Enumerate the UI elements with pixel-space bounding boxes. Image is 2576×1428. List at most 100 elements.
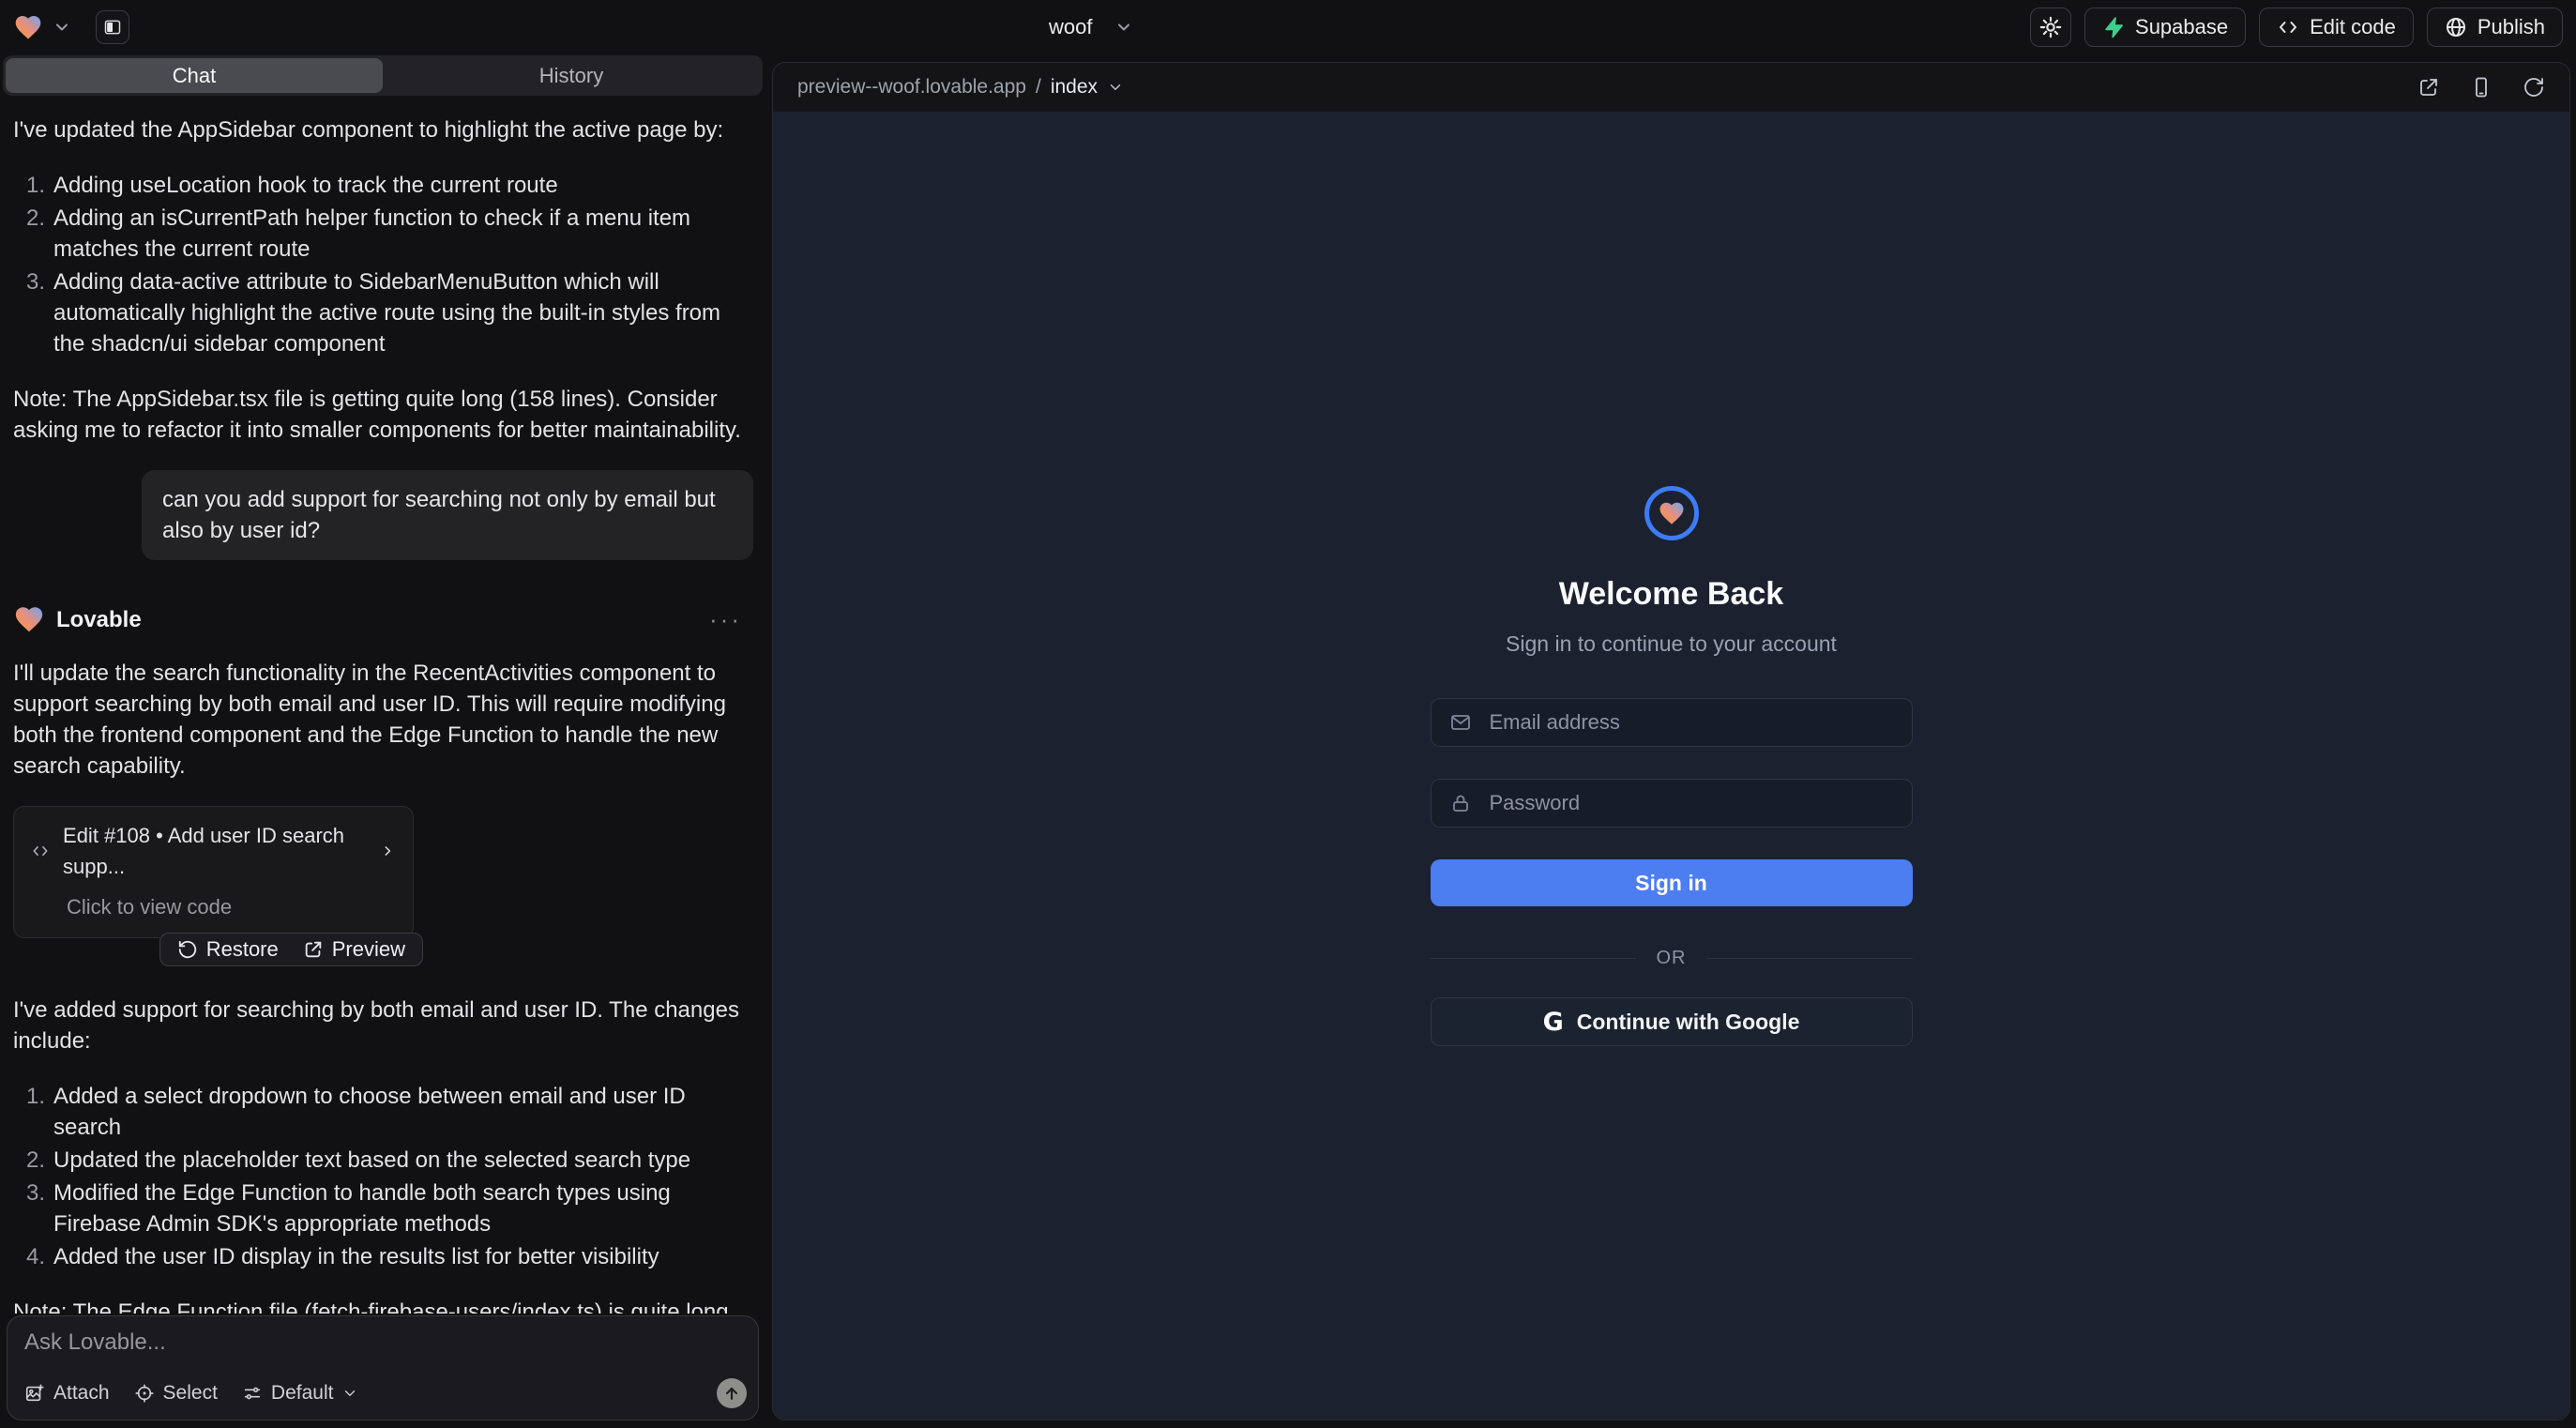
lovable-app-window: woof Supabase Edit code: [0, 0, 2576, 1428]
more-menu-icon[interactable]: ···: [709, 604, 742, 635]
restore-preview-toolbar: Restore Preview: [159, 933, 423, 966]
sign-in-button[interactable]: Sign in: [1431, 859, 1913, 906]
top-bar: woof Supabase Edit code: [0, 0, 2576, 54]
mode-selector-button[interactable]: Default: [242, 1382, 359, 1405]
supabase-icon: [2102, 16, 2125, 38]
preview-app-content: Welcome Back Sign in to continue to your…: [773, 112, 2569, 1420]
chat-history-tabbar: Chat History: [3, 55, 763, 96]
open-in-new-tab-icon[interactable]: [2417, 76, 2440, 99]
preview-url-breadcrumb[interactable]: preview--woof.lovable.app / index: [797, 76, 1124, 99]
assistant-summary-intro: I've added support for searching by both…: [13, 995, 753, 1056]
arrow-up-icon: [722, 1384, 741, 1403]
panel-left-icon: [103, 18, 122, 37]
publish-label: Publish: [2478, 15, 2545, 39]
chevron-down-icon: [341, 1385, 358, 1402]
lovable-heart-logo[interactable]: [13, 12, 43, 42]
preview-pane: preview--woof.lovable.app / index: [772, 62, 2570, 1420]
project-title-chevron-icon: [1114, 18, 1133, 37]
restore-label: Restore: [206, 937, 279, 962]
project-title-group[interactable]: woof: [1049, 0, 1133, 54]
or-divider: OR: [1431, 948, 1913, 969]
password-field[interactable]: [1431, 779, 1913, 828]
chevron-down-icon: [1107, 79, 1124, 96]
publish-button[interactable]: Publish: [2427, 8, 2563, 47]
topbar-left: [13, 10, 129, 44]
user-message-bubble: can you add support for searching not on…: [142, 470, 753, 560]
edit-card-title: Edit #108 • Add user ID search supp...: [63, 820, 354, 882]
edit-code-label: Edit code: [2310, 15, 2396, 39]
preview-button[interactable]: Preview: [303, 937, 405, 962]
lock-icon: [1449, 792, 1472, 814]
edit-card-subtitle: Click to view code: [67, 891, 396, 922]
edit-card-title-row: Edit #108 • Add user ID search supp...: [31, 820, 396, 882]
rotate-ccw-icon: [177, 939, 198, 960]
google-g-icon: G: [1543, 1008, 1564, 1037]
list-item: Adding an isCurrentPath helper function …: [13, 203, 753, 265]
or-label: OR: [1657, 948, 1687, 969]
preview-header-actions: [2417, 76, 2545, 99]
attach-label: Attach: [53, 1382, 110, 1405]
tab-history[interactable]: History: [383, 58, 760, 93]
project-menu-chevron-icon[interactable]: [53, 18, 71, 37]
composer: Attach Select Default: [7, 1315, 759, 1420]
mail-icon: [1449, 711, 1472, 734]
tab-chat[interactable]: Chat: [6, 58, 383, 93]
project-name: woof: [1049, 15, 1092, 39]
restore-button[interactable]: Restore: [177, 937, 279, 962]
login-card: Welcome Back Sign in to continue to your…: [1431, 486, 1913, 1046]
edit-commit-card[interactable]: Edit #108 • Add user ID search supp... C…: [13, 806, 414, 938]
attach-image-icon: [24, 1383, 45, 1404]
chat-panel: Chat History I've updated the AppSidebar…: [0, 54, 765, 1428]
preview-label: Preview: [332, 937, 405, 962]
assistant-response-intro: I'll update the search functionality in …: [13, 658, 753, 782]
password-field-wrap: [1431, 779, 1913, 828]
breadcrumb-separator: /: [1036, 76, 1041, 99]
email-field-wrap: [1431, 698, 1913, 747]
preview-url: preview--woof.lovable.app: [797, 76, 1026, 99]
continue-with-google-button[interactable]: G Continue with Google: [1431, 997, 1913, 1046]
composer-toolbar: Attach Select Default: [24, 1378, 747, 1408]
preview-page-name: index: [1051, 76, 1098, 99]
globe-icon: [2445, 16, 2467, 38]
supabase-label: Supabase: [2135, 15, 2228, 39]
sidebar-toggle-button[interactable]: [96, 10, 129, 44]
assistant-note-1: Note: The AppSidebar.tsx file is getting…: [13, 384, 753, 446]
list-item: Added the user ID display in the results…: [13, 1241, 753, 1272]
login-subtitle: Sign in to continue to your account: [1506, 631, 1837, 657]
app-logo: [1644, 486, 1699, 540]
assistant-name: Lovable: [56, 604, 142, 635]
login-title: Welcome Back: [1559, 576, 1783, 613]
chat-input[interactable]: [24, 1329, 719, 1371]
settings-button[interactable]: [2030, 8, 2071, 47]
sliders-icon: [242, 1383, 263, 1404]
assistant-header: Lovable ···: [13, 603, 753, 635]
external-link-icon: [303, 939, 324, 960]
divider-line: [1431, 958, 1636, 959]
list-item: Added a select dropdown to choose betwee…: [13, 1081, 753, 1143]
lovable-avatar-heart-icon: [13, 603, 45, 635]
assistant-list-1: Adding useLocation hook to track the cur…: [13, 170, 753, 359]
code-icon: [31, 840, 50, 862]
gear-icon: [2038, 15, 2063, 39]
assistant-list-2: Added a select dropdown to choose betwee…: [13, 1081, 753, 1272]
edit-code-button[interactable]: Edit code: [2259, 8, 2414, 47]
select-element-button[interactable]: Select: [134, 1382, 218, 1405]
heart-logo-icon: [1658, 499, 1686, 527]
list-item: Adding useLocation hook to track the cur…: [13, 170, 753, 201]
send-button[interactable]: [717, 1378, 747, 1408]
refresh-icon[interactable]: [2523, 76, 2545, 99]
list-item: Updated the placeholder text based on th…: [13, 1145, 753, 1176]
supabase-button[interactable]: Supabase: [2084, 8, 2246, 47]
email-field[interactable]: [1431, 698, 1913, 747]
topbar-right: Supabase Edit code Publish: [2030, 8, 2563, 47]
divider-line: [1707, 958, 1913, 959]
select-label: Select: [163, 1382, 218, 1405]
mode-label: Default: [271, 1382, 334, 1405]
google-button-label: Continue with Google: [1577, 1010, 1800, 1035]
attach-button[interactable]: Attach: [24, 1382, 110, 1405]
preview-header: preview--woof.lovable.app / index: [773, 63, 2569, 112]
mobile-view-icon[interactable]: [2470, 76, 2493, 99]
assistant-message-intro: I've updated the AppSidebar component to…: [13, 114, 753, 145]
assistant-note-2: Note: The Edge Function file (fetch-fire…: [13, 1297, 753, 1314]
list-item: Modified the Edge Function to handle bot…: [13, 1177, 753, 1239]
